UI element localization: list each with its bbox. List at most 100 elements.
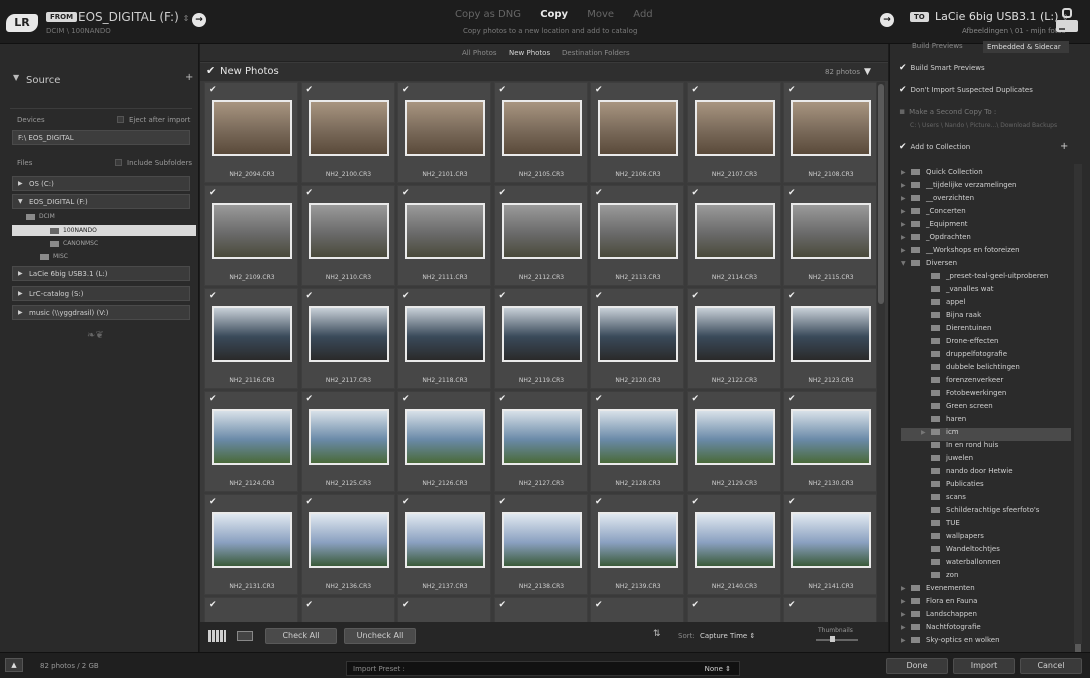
photo-thumbnail[interactable]: [405, 409, 485, 465]
photo-cell[interactable]: ✔: [783, 597, 876, 622]
photo-cell[interactable]: ✔: [493, 597, 588, 622]
eject-checkbox[interactable]: [117, 116, 124, 123]
checkmark-icon[interactable]: ✔: [209, 497, 217, 507]
photo-cell[interactable]: ✔ NH2_2141.CR3: [783, 494, 876, 595]
checkmark-icon[interactable]: ✔: [306, 600, 314, 610]
drive-music[interactable]: ▶ music (\\yggdrasil) (V:): [12, 305, 190, 320]
collapse-triangle-icon[interactable]: ▼: [13, 73, 19, 82]
checkmark-icon[interactable]: ✔: [206, 64, 215, 77]
collection-item[interactable]: Publicaties: [901, 480, 1071, 493]
photo-cell[interactable]: ✔ NH2_2116.CR3: [204, 288, 298, 389]
checkmark-icon[interactable]: ✔: [692, 85, 700, 95]
photo-thumbnail[interactable]: [212, 306, 292, 362]
uncheck-all-button[interactable]: Uncheck All: [344, 628, 416, 644]
thumbnail-size-slider[interactable]: [816, 636, 858, 642]
collection-scrollbar[interactable]: [1074, 164, 1082, 652]
photo-cell[interactable]: ✔ NH2_2129.CR3: [686, 391, 781, 492]
checkmark-icon[interactable]: ✔: [402, 394, 410, 404]
photo-thumbnail[interactable]: [212, 512, 292, 568]
expand-triangle-icon[interactable]: ▶: [901, 585, 911, 592]
collection-item[interactable]: zon: [901, 571, 1071, 584]
mode-copy[interactable]: Copy: [540, 9, 568, 20]
expand-triangle-icon[interactable]: ▶: [901, 221, 911, 228]
collection-item[interactable]: ▶ __overzichten: [901, 194, 1071, 207]
photo-cell[interactable]: ✔: [590, 597, 684, 622]
photo-cell[interactable]: ✔ NH2_2137.CR3: [397, 494, 491, 595]
collection-item[interactable]: ▶ Evenementen: [901, 584, 1071, 597]
collection-item[interactable]: Drone-effecten: [901, 337, 1071, 350]
collection-item[interactable]: scans: [901, 493, 1071, 506]
checkmark-icon[interactable]: ✔: [499, 85, 507, 95]
collection-item[interactable]: waterballonnen: [901, 558, 1071, 571]
cancel-button[interactable]: Cancel: [1020, 658, 1082, 674]
collection-item[interactable]: wallpapers: [901, 532, 1071, 545]
photo-thumbnail[interactable]: [405, 306, 485, 362]
slider-handle[interactable]: [830, 636, 835, 642]
photo-cell[interactable]: ✔ NH2_2117.CR3: [300, 288, 395, 389]
collection-item[interactable]: ▶ __tijdelijke verzamelingen: [901, 181, 1071, 194]
photo-thumbnail[interactable]: [308, 203, 389, 259]
photo-cell[interactable]: ✔ NH2_2125.CR3: [300, 391, 395, 492]
photo-thumbnail[interactable]: [501, 100, 582, 156]
folder-100nando[interactable]: 100NANDO: [50, 227, 97, 234]
scrollbar-thumb[interactable]: [1075, 644, 1081, 652]
checkmark-icon[interactable]: ✔: [499, 497, 507, 507]
dont-import-duplicates-row[interactable]: ✔ Don't Import Suspected Duplicates: [899, 85, 1033, 95]
folder-misc[interactable]: MISC: [40, 253, 68, 260]
collection-item[interactable]: TUE: [901, 519, 1071, 532]
photo-cell[interactable]: ✔ NH2_2113.CR3: [590, 185, 684, 286]
grid-view-icon[interactable]: [208, 630, 226, 642]
mode-copy-dng[interactable]: Copy as DNG: [455, 9, 521, 20]
photo-cell[interactable]: ✔ NH2_2140.CR3: [686, 494, 781, 595]
checkmark-icon[interactable]: ✔: [306, 188, 314, 198]
checkmark-icon[interactable]: ✔: [692, 291, 700, 301]
photo-cell[interactable]: ✔ NH2_2119.CR3: [493, 288, 588, 389]
collection-item[interactable]: appel: [901, 298, 1071, 311]
checkmark-icon[interactable]: ✔: [692, 600, 700, 610]
collection-item[interactable]: In en rond huis: [901, 441, 1071, 454]
checkmark-icon[interactable]: ✔: [692, 394, 700, 404]
import-button[interactable]: Import: [953, 658, 1015, 674]
expand-triangle-icon[interactable]: ▶: [901, 637, 911, 644]
checkmark-icon[interactable]: ✔: [306, 497, 314, 507]
folder-dcim[interactable]: DCIM: [26, 213, 55, 220]
collection-item[interactable]: Dierentuinen: [901, 324, 1071, 337]
expand-up-icon[interactable]: ▲: [5, 658, 23, 672]
add-collection-icon[interactable]: +: [1060, 141, 1068, 152]
checkmark-icon[interactable]: ✔: [788, 291, 796, 301]
checkmark-icon[interactable]: ✔: [209, 188, 217, 198]
sort-dropdown[interactable]: Capture Time ⇕: [700, 632, 755, 640]
checkmark-icon[interactable]: ✔: [788, 600, 796, 610]
checkmark-icon[interactable]: ✔: [402, 188, 410, 198]
second-copy-row[interactable]: ▪ Make a Second Copy To :: [899, 107, 996, 117]
photo-cell[interactable]: ✔ NH2_2124.CR3: [204, 391, 298, 492]
collapse-triangle-icon[interactable]: ▼: [864, 67, 871, 77]
checkmark-icon[interactable]: ✔: [595, 188, 603, 198]
folder-canonmsc[interactable]: CANONMSC: [50, 240, 98, 247]
photo-thumbnail[interactable]: [501, 203, 582, 259]
collection-item[interactable]: _vanalles wat: [901, 285, 1071, 298]
photo-thumbnail[interactable]: [694, 409, 775, 465]
photo-cell[interactable]: ✔ NH2_2094.CR3: [204, 82, 298, 183]
collection-item[interactable]: Bijna raak: [901, 311, 1071, 324]
collection-item[interactable]: ▶ Nachtfotografie: [901, 623, 1071, 636]
photo-cell[interactable]: ✔ NH2_2101.CR3: [397, 82, 491, 183]
loupe-view-icon[interactable]: [237, 631, 253, 641]
photo-cell[interactable]: ✔ NH2_2111.CR3: [397, 185, 491, 286]
collection-item[interactable]: ▶ __Workshops en fotoreizen: [901, 246, 1071, 259]
photo-thumbnail[interactable]: [501, 306, 582, 362]
source-selector[interactable]: EOS_DIGITAL (F:) ⇕: [78, 10, 189, 24]
collection-item[interactable]: _preset-teal-geel-uitproberen: [901, 272, 1071, 285]
photo-thumbnail[interactable]: [308, 306, 389, 362]
expand-triangle-icon[interactable]: ▶: [901, 598, 911, 605]
build-previews-dropdown[interactable]: Embedded & Sidecar: [983, 41, 1069, 53]
done-button[interactable]: Done: [886, 658, 948, 674]
collection-item[interactable]: ▶ icm: [901, 428, 1071, 441]
photo-thumbnail[interactable]: [212, 203, 292, 259]
checkmark-icon[interactable]: ✔: [595, 85, 603, 95]
photo-cell[interactable]: ✔ NH2_2105.CR3: [493, 82, 588, 183]
expand-triangle-icon[interactable]: ▶: [901, 208, 911, 215]
photo-thumbnail[interactable]: [308, 512, 389, 568]
photo-cell[interactable]: ✔ NH2_2128.CR3: [590, 391, 684, 492]
photo-thumbnail[interactable]: [694, 203, 775, 259]
